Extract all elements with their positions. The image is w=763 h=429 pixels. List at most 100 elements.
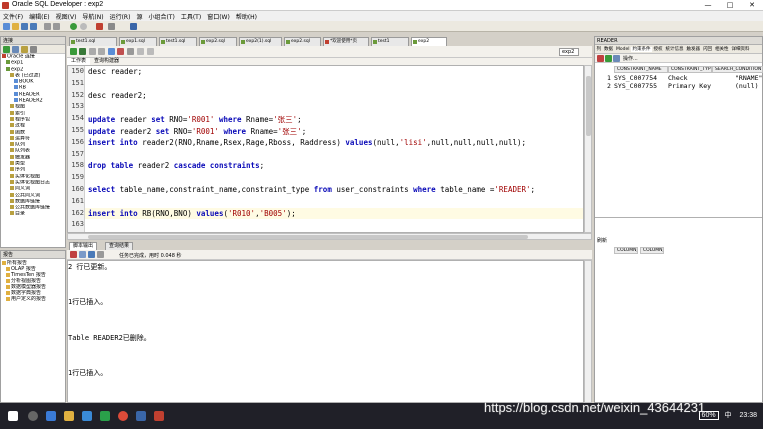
- close-button[interactable]: ✕: [741, 0, 763, 11]
- menu-help[interactable]: 帮助(H): [233, 11, 260, 21]
- table-cell[interactable]: SYS_C007754: [614, 74, 657, 82]
- row-number[interactable]: 1: [607, 74, 611, 82]
- editor-tab[interactable]: test1.sql: [69, 37, 117, 46]
- editor-horizontal-scrollbar[interactable]: [67, 233, 592, 240]
- object-tab[interactable]: 详细资料: [730, 47, 751, 52]
- menu-window[interactable]: 窗口(W): [204, 11, 233, 21]
- editor-tab[interactable]: exp2(1).sql: [239, 37, 282, 46]
- refresh-label[interactable]: 刷新: [597, 237, 607, 244]
- menu-team[interactable]: 小组合(T): [145, 11, 177, 21]
- table-cell[interactable]: Check: [668, 74, 688, 82]
- run-statement-icon[interactable]: [70, 48, 77, 55]
- editor-tab[interactable]: exp1.sql: [119, 37, 157, 46]
- object-tab[interactable]: 相关性: [714, 47, 731, 52]
- ime-indicator[interactable]: 中: [725, 412, 732, 419]
- forward-icon[interactable]: [80, 23, 87, 30]
- table-cell[interactable]: "RNAME": [735, 74, 762, 82]
- commit-icon[interactable]: [108, 48, 115, 55]
- clock[interactable]: 23:38: [739, 412, 757, 419]
- sql-worksheet-icon[interactable]: [130, 23, 137, 30]
- object-tab[interactable]: 列: [595, 47, 603, 52]
- chrome-icon[interactable]: [118, 411, 128, 421]
- editor-scroll-thumb[interactable]: [586, 76, 591, 136]
- object-tab[interactable]: Model: [615, 47, 632, 52]
- editor-tab[interactable]: test1.sql: [159, 37, 197, 46]
- output-vertical-scrollbar[interactable]: [584, 260, 592, 403]
- editor-tab[interactable]: test1: [371, 37, 409, 46]
- col-header-search-condition[interactable]: SEARCH_CONDITION: [712, 66, 763, 73]
- refresh-icon[interactable]: [12, 46, 19, 53]
- add-connection-icon[interactable]: [3, 46, 10, 53]
- menu-navigate[interactable]: 导航(N): [79, 11, 106, 21]
- debug-icon[interactable]: [108, 23, 115, 30]
- col-header-column[interactable]: COLUMN_: [614, 247, 638, 254]
- save-all-icon[interactable]: [30, 23, 37, 30]
- clear-icon[interactable]: [79, 251, 86, 258]
- print-icon[interactable]: [97, 251, 104, 258]
- rollback-icon[interactable]: [117, 48, 124, 55]
- report-node[interactable]: 用户定义的报告: [2, 296, 65, 302]
- sql-editor[interactable]: 150 151 152 153 154 155 156 157 158 159 160 161 162 1…: [67, 65, 584, 233]
- history-icon[interactable]: [147, 48, 154, 55]
- menu-source[interactable]: 源: [133, 11, 145, 21]
- editor-tab[interactable]: exp2: [411, 37, 447, 46]
- file-explorer-icon[interactable]: [64, 411, 74, 421]
- col-header-column[interactable]: COLUMN_: [640, 247, 664, 254]
- filter-icon[interactable]: [21, 46, 28, 53]
- minimize-button[interactable]: —: [697, 0, 719, 11]
- editor-hscroll-thumb[interactable]: [88, 235, 528, 239]
- col-header-constraint-type[interactable]: CONSTRAINT_TYPE: [668, 66, 712, 73]
- menu-edit[interactable]: 编辑(E): [26, 11, 52, 21]
- menu-file[interactable]: 文件(F): [0, 11, 26, 21]
- editor-vertical-scrollbar[interactable]: [584, 65, 592, 233]
- tree-node[interactable]: 目录: [2, 211, 65, 217]
- explain-plan-icon[interactable]: [89, 48, 96, 55]
- edit-icon[interactable]: [605, 55, 612, 62]
- refresh-icon[interactable]: [613, 55, 620, 62]
- windows-start-icon[interactable]: [8, 411, 18, 421]
- menu-run[interactable]: 运行(R): [107, 11, 134, 21]
- schema-browser-icon[interactable]: [30, 46, 37, 53]
- back-icon[interactable]: [70, 23, 77, 30]
- autotrace-icon[interactable]: [98, 48, 105, 55]
- pin-icon[interactable]: [597, 55, 604, 62]
- object-tab[interactable]: 数据: [603, 47, 615, 52]
- connection-select[interactable]: exp2: [559, 48, 579, 56]
- object-tab[interactable]: 授权: [652, 47, 664, 52]
- eraser-icon[interactable]: [137, 48, 144, 55]
- pin-icon[interactable]: [70, 251, 77, 258]
- subtab-worksheet[interactable]: 工作表: [67, 58, 91, 65]
- edge-icon[interactable]: [82, 411, 92, 421]
- menu-view[interactable]: 视图(V): [53, 11, 80, 21]
- stop-icon[interactable]: [96, 23, 103, 30]
- save-output-icon[interactable]: [88, 251, 95, 258]
- col-header-constraint-name[interactable]: CONSTRAINT_NAME: [614, 66, 668, 73]
- actions-menu[interactable]: 操作...: [623, 55, 638, 62]
- subtab-query-builder[interactable]: 查询构建器: [90, 58, 123, 65]
- editor-tab[interactable]: exp2.sql: [199, 37, 237, 46]
- editor-tab[interactable]: *欢迎使用*页: [323, 37, 369, 46]
- open-icon[interactable]: [12, 23, 19, 30]
- undo-icon[interactable]: [44, 23, 51, 30]
- row-number[interactable]: 2: [607, 82, 611, 90]
- run-script-icon[interactable]: [79, 48, 86, 55]
- menu-tools[interactable]: 工具(T): [178, 11, 204, 21]
- table-cell[interactable]: (null): [735, 82, 758, 90]
- object-tab[interactable]: 触发器: [685, 47, 702, 52]
- redo-icon[interactable]: [53, 23, 60, 30]
- table-cell[interactable]: SYS_C007755: [614, 82, 657, 90]
- sqldeveloper-icon[interactable]: [154, 411, 164, 421]
- save-icon[interactable]: [21, 23, 28, 30]
- wechat-icon[interactable]: [100, 411, 110, 421]
- maximize-button[interactable]: □: [719, 0, 741, 11]
- new-icon[interactable]: [3, 23, 10, 30]
- object-tab[interactable]: 约束条件: [631, 47, 653, 52]
- word-icon[interactable]: [136, 411, 146, 421]
- editor-tab[interactable]: exp2.sql: [284, 37, 321, 46]
- task-view-icon[interactable]: [46, 411, 56, 421]
- search-icon[interactable]: [28, 411, 38, 421]
- object-tab[interactable]: 闪回: [702, 47, 714, 52]
- sql-tuning-icon[interactable]: [127, 48, 134, 55]
- object-tab[interactable]: 统计信息: [664, 47, 685, 52]
- table-cell[interactable]: Primary Key: [668, 82, 711, 90]
